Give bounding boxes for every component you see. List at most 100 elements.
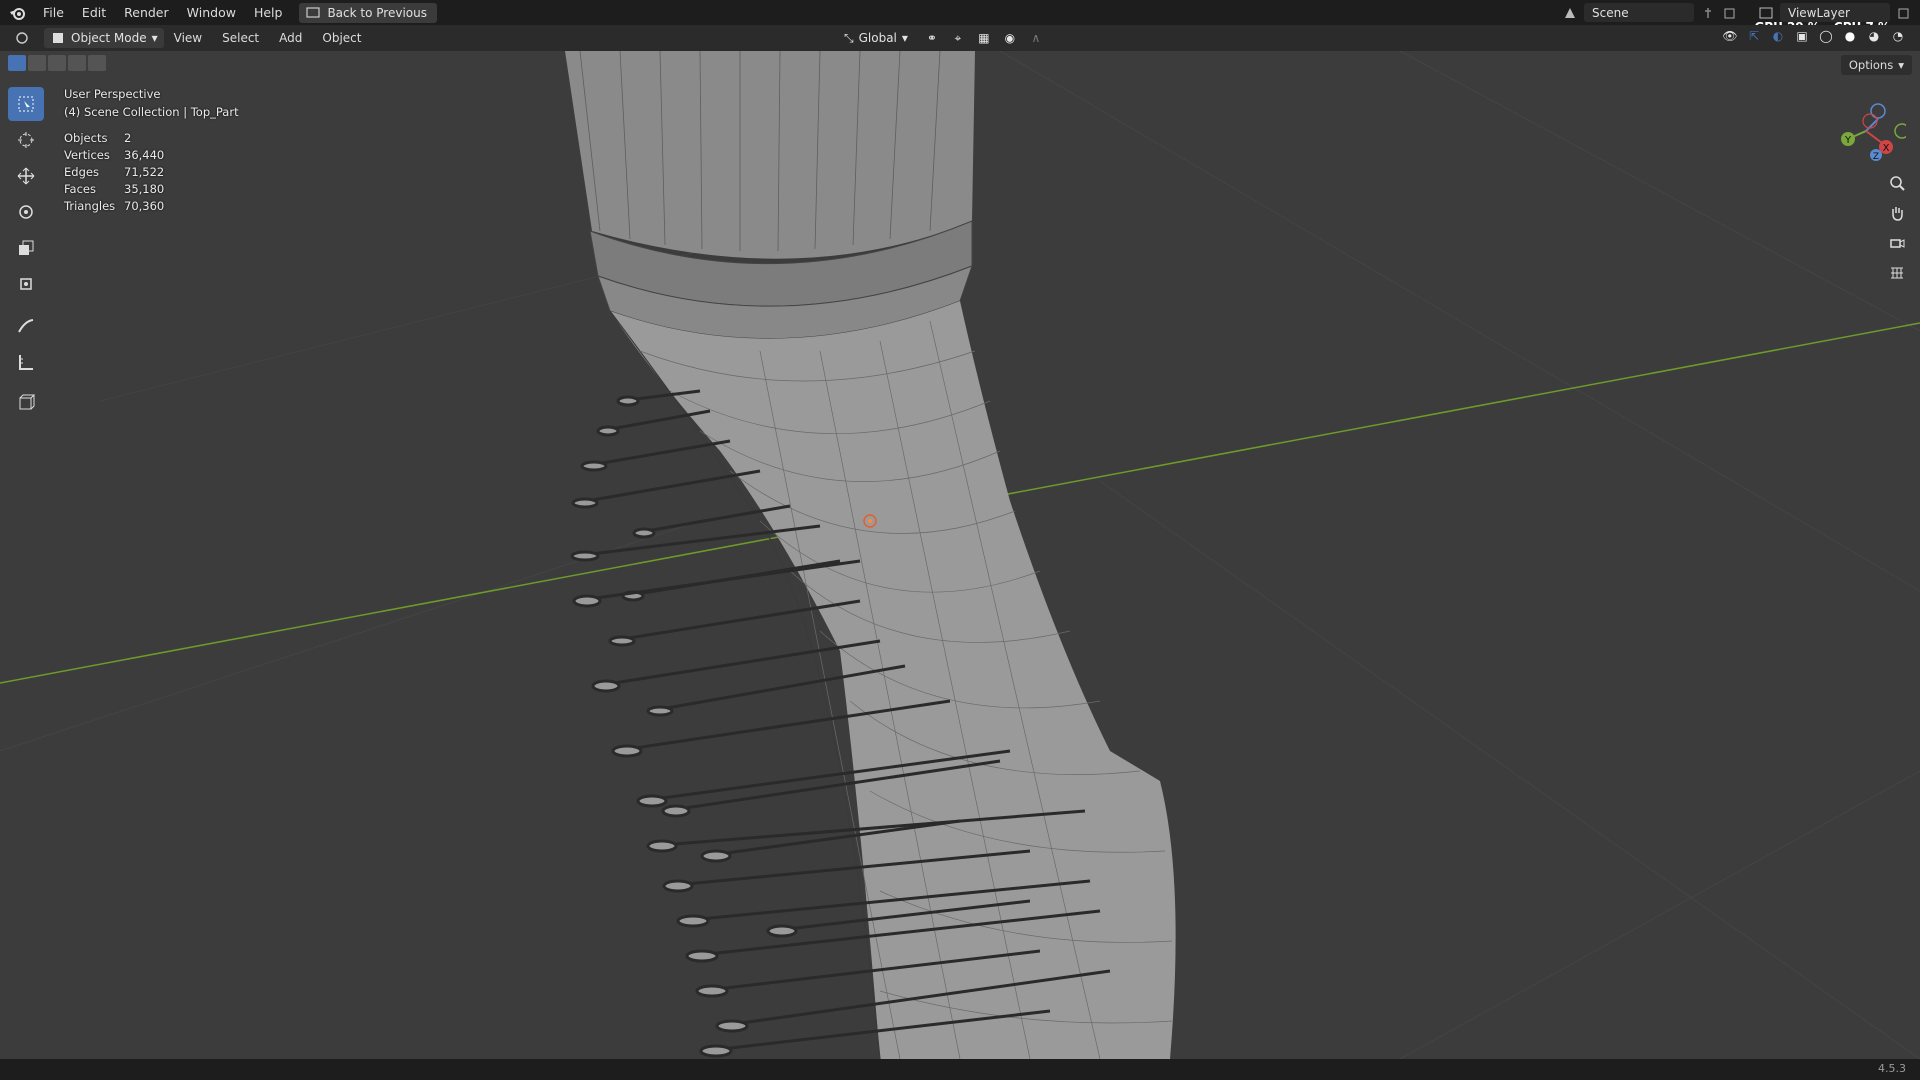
select-new-icon[interactable] <box>8 55 26 71</box>
status-bar: 4.5.3 <box>0 1059 1920 1080</box>
stats-label: Edges <box>64 165 99 179</box>
selection-mode-buttons <box>8 55 106 71</box>
chevron-down-icon: ▾ <box>901 31 908 45</box>
gizmo-toggle-icon[interactable]: ⇱ <box>1746 28 1762 44</box>
blender-logo-icon[interactable] <box>0 0 34 25</box>
viewport-shading-controls: 👁 ⇱ ◐ ▣ ◯ ● ◕ ◔ <box>1722 28 1906 44</box>
top-menu-bar: File Edit Render Window Help Back to Pre… <box>0 0 1920 34</box>
stats-label: Triangles <box>64 199 116 213</box>
back-to-previous-label: Back to Previous <box>327 5 427 20</box>
stats-row: Objects 2 <box>64 131 164 148</box>
scene-statistics: Objects 2 Vertices 36,440 Edges 71,522 F… <box>64 131 164 216</box>
pin-icon[interactable] <box>1700 5 1716 21</box>
transform-tool-icon[interactable] <box>8 267 44 301</box>
solid-shading-icon[interactable]: ● <box>1842 28 1858 44</box>
select-invert-icon[interactable] <box>68 55 86 71</box>
version-label: 4.5.3 <box>1878 1062 1906 1075</box>
proportional-editing-icon[interactable]: ◉ <box>1002 30 1018 46</box>
scale-tool-icon[interactable] <box>8 231 44 265</box>
stats-label: Faces <box>64 182 96 196</box>
visibility-icon[interactable]: 👁 <box>1722 28 1738 44</box>
add-cube-tool-icon[interactable] <box>8 385 44 419</box>
stats-value: 36,440 <box>124 148 165 162</box>
stats-value: 71,522 <box>124 165 165 179</box>
annotate-tool-icon[interactable] <box>8 309 44 343</box>
viewport-info: User Perspective (4) Scene Collection | … <box>64 85 239 121</box>
mode-label: Object Mode <box>71 31 147 45</box>
cursor-tool-icon[interactable] <box>8 123 44 157</box>
mesh-top-part[interactable] <box>565 51 1176 1059</box>
material-shading-icon[interactable]: ◕ <box>1866 28 1882 44</box>
menu-edit[interactable]: Edit <box>73 0 115 25</box>
viewport-header: Object Mode ▾ View Select Add Object ⤡ G… <box>0 25 1920 51</box>
overlays-icon[interactable]: ◐ <box>1770 28 1786 44</box>
navigation-gizmo[interactable]: Y X Z <box>1826 91 1910 171</box>
xray-icon[interactable]: ▣ <box>1794 28 1810 44</box>
object-mode-icon <box>50 30 66 46</box>
stats-row: Triangles 70,360 <box>64 199 164 216</box>
stats-row: Vertices 36,440 <box>64 148 164 165</box>
stats-row: Edges 71,522 <box>64 165 164 182</box>
menu-window[interactable]: Window <box>178 0 245 25</box>
z-negative-icon[interactable] <box>1870 103 1886 119</box>
orientation-icon: ⤡ <box>844 30 854 45</box>
camera-view-icon[interactable] <box>1884 231 1910 255</box>
select-subtract-icon[interactable] <box>48 55 66 71</box>
stats-label: Objects <box>64 131 108 145</box>
rotate-tool-icon[interactable] <box>8 195 44 229</box>
new-scene-icon[interactable] <box>1722 5 1738 21</box>
transform-orientation-dropdown[interactable]: ⤡ Global ▾ <box>838 28 914 48</box>
navigation-buttons <box>1884 171 1910 285</box>
menu-view[interactable]: View <box>164 31 212 45</box>
editor-type-icon[interactable] <box>14 30 30 46</box>
x-label: X <box>1883 143 1890 154</box>
stats-label: Vertices <box>64 148 110 162</box>
menu-render[interactable]: Render <box>115 0 178 25</box>
snap-icon[interactable]: ⌖ <box>950 30 966 46</box>
collection-path: (4) Scene Collection | Top_Part <box>64 105 239 119</box>
scene-icon[interactable] <box>1562 5 1578 21</box>
stats-row: Faces 35,180 <box>64 182 164 199</box>
rendered-shading-icon[interactable]: ◔ <box>1890 28 1906 44</box>
new-viewlayer-icon[interactable] <box>1896 5 1912 21</box>
options-dropdown[interactable]: Options ▾ <box>1840 55 1912 75</box>
menu-object[interactable]: Object <box>312 31 371 45</box>
measure-tool-icon[interactable] <box>8 345 44 379</box>
3d-viewport[interactable]: User Perspective (4) Scene Collection | … <box>0 51 1920 1059</box>
scene-label: Scene <box>1592 5 1629 20</box>
stats-value: 70,360 <box>124 199 165 213</box>
orientation-label: Global <box>858 31 897 45</box>
select-intersect-icon[interactable] <box>88 55 106 71</box>
falloff-icon[interactable]: ∧ <box>1028 30 1044 46</box>
scene-selector[interactable]: Scene <box>1584 3 1694 22</box>
chevron-down-icon: ▾ <box>1898 58 1904 72</box>
stats-value: 2 <box>124 131 132 145</box>
select-extend-icon[interactable] <box>28 55 46 71</box>
menu-help[interactable]: Help <box>245 0 292 25</box>
zoom-icon[interactable] <box>1884 171 1910 195</box>
snap-target-icon[interactable]: ▦ <box>976 30 992 46</box>
stats-value: 35,180 <box>124 182 165 196</box>
back-to-previous-button[interactable]: Back to Previous <box>299 2 437 23</box>
tool-shelf <box>8 87 46 421</box>
viewlayer-icon[interactable] <box>1758 5 1774 21</box>
pivot-icon[interactable]: ⚭ <box>924 30 940 46</box>
menu-file[interactable]: File <box>34 0 73 25</box>
wireframe-shading-icon[interactable]: ◯ <box>1818 28 1834 44</box>
move-tool-icon[interactable] <box>8 159 44 193</box>
perspective-toggle-icon[interactable] <box>1884 261 1910 285</box>
screen-icon <box>305 5 321 21</box>
options-label: Options <box>1848 58 1894 72</box>
select-box-tool-icon[interactable] <box>8 87 44 121</box>
menu-add[interactable]: Add <box>269 31 312 45</box>
z-label: Z <box>1873 152 1879 162</box>
y-label: Y <box>1844 135 1852 146</box>
chevron-down-icon: ▾ <box>151 31 158 45</box>
viewlayer-label: ViewLayer <box>1788 5 1850 20</box>
menu-select[interactable]: Select <box>212 31 269 45</box>
transform-controls: ⤡ Global ▾ ⚭ ⌖ ▦ ◉ ∧ <box>838 28 1044 48</box>
mode-dropdown[interactable]: Object Mode ▾ <box>44 28 164 48</box>
pan-hand-icon[interactable] <box>1884 201 1910 225</box>
scene-render <box>0 51 1920 1059</box>
view-name: User Perspective <box>64 87 161 101</box>
